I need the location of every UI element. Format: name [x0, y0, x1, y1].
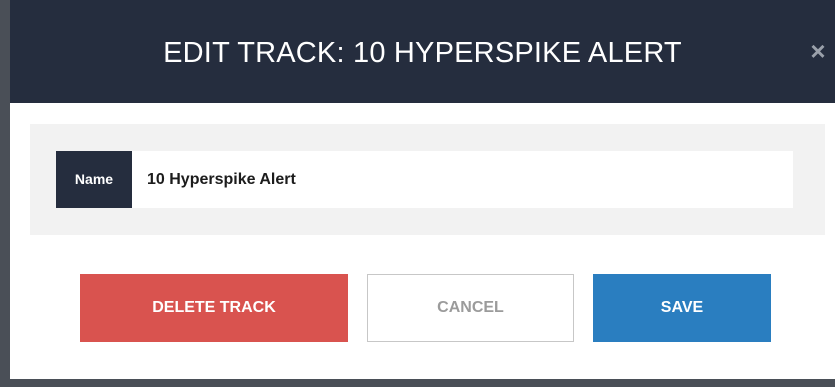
- dialog-body: Name: [30, 124, 825, 235]
- save-button[interactable]: SAVE: [593, 274, 771, 342]
- delete-track-button[interactable]: DELETE TRACK: [80, 274, 348, 342]
- name-label: Name: [56, 151, 132, 208]
- dialog-header: EDIT TRACK: 10 HYPERSPIKE ALERT ×: [10, 0, 835, 103]
- edit-track-dialog: EDIT TRACK: 10 HYPERSPIKE ALERT × Name D…: [10, 0, 835, 379]
- close-icon[interactable]: ×: [805, 36, 831, 66]
- name-input[interactable]: [132, 151, 793, 208]
- cancel-button[interactable]: CANCEL: [367, 274, 574, 342]
- name-field-row: Name: [56, 151, 793, 208]
- dialog-title: EDIT TRACK: 10 HYPERSPIKE ALERT: [163, 37, 682, 69]
